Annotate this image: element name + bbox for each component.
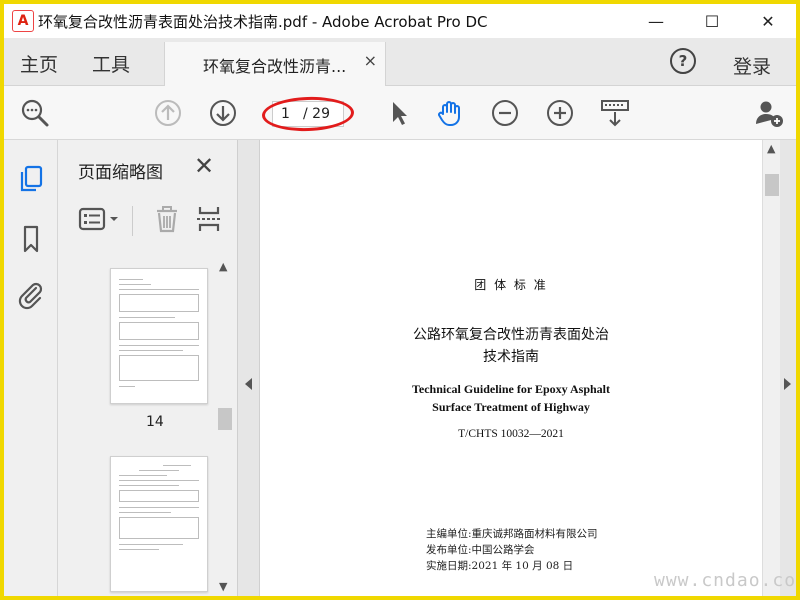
keyboard-scroll-icon[interactable] — [600, 98, 630, 128]
help-icon[interactable]: ? — [670, 48, 696, 74]
page-thumbnails-panel: 页面缩略图 ✕ 14 ▲ ▼ — [58, 140, 238, 596]
login-button[interactable]: 登录 — [733, 52, 771, 79]
collapse-left-icon[interactable] — [245, 378, 252, 390]
watermark: www.cndao.com — [654, 570, 796, 591]
zoom-search-icon[interactable] — [20, 98, 50, 128]
tab-tools[interactable]: 工具 — [92, 50, 130, 77]
document-tab-label: 环氧复合改性沥青... — [203, 57, 347, 76]
thumbnail-label: 14 — [146, 414, 164, 430]
page-down-icon[interactable] — [208, 98, 238, 128]
select-arrow-icon[interactable] — [384, 98, 414, 128]
main-toolbar: 1 / 29 — [4, 86, 796, 140]
attachments-icon[interactable] — [16, 280, 46, 310]
scroll-up-arrow[interactable]: ▲ — [767, 142, 775, 155]
close-window-button[interactable]: ✕ — [740, 4, 796, 38]
document-tab[interactable]: 环氧复合改性沥青... × — [164, 42, 386, 86]
scrollbar-thumb[interactable] — [765, 174, 779, 196]
hand-tool-icon[interactable] — [435, 98, 465, 128]
insert-page-icon[interactable] — [194, 204, 224, 234]
scroll-down-arrow[interactable]: ▼ — [219, 580, 227, 593]
bookmarks-icon[interactable] — [16, 224, 46, 254]
panel-title: 页面缩略图 — [78, 163, 163, 183]
page-thumbnails-icon[interactable] — [16, 164, 46, 194]
doc-title-en-line1: Technical Guideline for Epoxy Asphalt — [411, 382, 611, 396]
maximize-button[interactable]: ☐ — [684, 4, 740, 38]
doc-title-en-line2: Surface Treatment of Highway — [432, 400, 590, 414]
zoom-out-icon[interactable] — [490, 98, 520, 128]
thumbnail-options-icon[interactable] — [78, 204, 122, 234]
thumbnail-content — [119, 279, 199, 391]
tab-home[interactable]: 主页 — [20, 50, 58, 77]
thumbnail-scrollbar[interactable]: ▲ ▼ — [218, 258, 232, 596]
scrollbar-thumb[interactable] — [218, 408, 232, 430]
doc-editor: 主编单位:重庆诚邦路面材料有限公司 — [426, 528, 598, 540]
minimize-button[interactable]: — — [628, 4, 684, 38]
window-title: 环氧复合改性沥青表面处治技术指南.pdf - Adobe Acrobat Pro… — [38, 13, 488, 31]
expand-right-icon[interactable] — [784, 378, 791, 390]
document-page: 团 体 标 准 公路环氧复合改性沥青表面处治 技术指南 Technical Gu… — [260, 140, 762, 596]
doc-date: 实施日期:2021 年 10 月 08 日 — [426, 560, 574, 572]
acrobat-window: A 环氧复合改性沥青表面处治技术指南.pdf - Adobe Acrobat P… — [4, 4, 796, 596]
toolbar-divider — [132, 206, 133, 236]
panel-collapse-strip[interactable] — [238, 140, 260, 596]
doc-category: 团 体 标 准 — [474, 278, 548, 292]
zoom-in-icon[interactable] — [545, 98, 575, 128]
document-scrollbar[interactable]: ▲ — [762, 140, 780, 596]
tab-bar: 主页 工具 环氧复合改性沥青... × ? 登录 — [4, 38, 796, 86]
panel-toolbar — [58, 196, 238, 246]
document-tab-close-button[interactable]: × — [364, 51, 377, 70]
acrobat-app-icon: A — [12, 10, 34, 32]
left-nav-rail — [4, 140, 58, 596]
doc-publisher: 发布单位:中国公路学会 — [426, 544, 535, 556]
delete-page-icon[interactable] — [152, 204, 182, 234]
page-thumbnail-15[interactable] — [110, 456, 208, 592]
doc-title-cn-line2: 技术指南 — [483, 349, 539, 365]
right-panel-strip[interactable] — [780, 140, 796, 596]
page-up-icon[interactable] — [153, 98, 183, 128]
panel-close-button[interactable]: ✕ — [194, 152, 214, 180]
doc-standard-code: T/CHTS 10032—2021 — [458, 428, 564, 440]
doc-title-cn-line1: 公路环氧复合改性沥青表面处治 — [413, 327, 609, 343]
thumbnail-content — [119, 465, 199, 554]
page-thumbnail-14[interactable] — [110, 268, 208, 404]
title-bar: A 环氧复合改性沥青表面处治技术指南.pdf - Adobe Acrobat P… — [4, 4, 796, 38]
add-user-icon[interactable] — [754, 98, 784, 128]
scroll-up-arrow[interactable]: ▲ — [219, 260, 227, 273]
